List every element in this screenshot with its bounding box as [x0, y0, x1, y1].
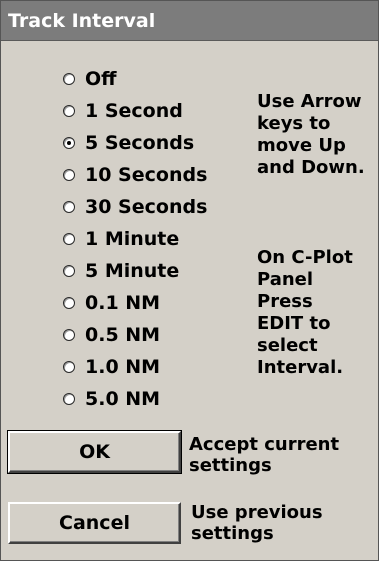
- radio-label: Off: [85, 68, 117, 90]
- radio-label: 30 Seconds: [85, 196, 208, 218]
- radio-button-icon[interactable]: [63, 329, 75, 341]
- cancel-button[interactable]: Cancel: [8, 502, 181, 544]
- radio-option-0-5-nm[interactable]: 0.5 NM: [63, 321, 160, 349]
- radio-option-5-seconds[interactable]: 5 Seconds: [63, 129, 194, 157]
- radio-label: 5.0 NM: [85, 388, 161, 410]
- title-bar: Track Interval: [1, 1, 378, 41]
- radio-button-icon[interactable]: [63, 73, 75, 85]
- radio-option-off[interactable]: Off: [63, 65, 117, 93]
- radio-label: 0.5 NM: [85, 324, 161, 346]
- radio-option-30-seconds[interactable]: 30 Seconds: [63, 193, 207, 221]
- radio-option-1-second[interactable]: 1 Second: [63, 97, 183, 125]
- radio-option-5-minute[interactable]: 5 Minute: [63, 257, 179, 285]
- radio-label: 5 Seconds: [85, 132, 195, 154]
- radio-button-icon[interactable]: [63, 265, 75, 277]
- track-interval-dialog: Track Interval Off 1 Second 5 Seconds 10…: [0, 0, 379, 561]
- cancel-button-description: Use previous settings: [191, 502, 323, 544]
- radio-option-5-0-nm[interactable]: 5.0 NM: [63, 385, 160, 413]
- radio-button-icon[interactable]: [63, 105, 75, 117]
- radio-button-icon[interactable]: [63, 233, 75, 245]
- radio-button-icon[interactable]: [63, 201, 75, 213]
- radio-button-icon[interactable]: [63, 297, 75, 309]
- radio-label: 1 Minute: [85, 228, 180, 250]
- radio-label: 1 Second: [85, 100, 183, 122]
- cplot-panel-help-text: On C-Plot Panel Press EDIT to select Int…: [257, 247, 353, 378]
- radio-option-0-1-nm[interactable]: 0.1 NM: [63, 289, 160, 317]
- radio-button-icon[interactable]: [63, 169, 75, 181]
- ok-button-description: Accept current settings: [189, 434, 340, 476]
- radio-label: 10 Seconds: [85, 164, 208, 186]
- radio-label: 5 Minute: [85, 260, 180, 282]
- ok-button[interactable]: OK: [7, 430, 182, 474]
- radio-option-1-minute[interactable]: 1 Minute: [63, 225, 179, 253]
- radio-button-icon[interactable]: [63, 361, 75, 373]
- radio-button-icon[interactable]: [63, 137, 75, 149]
- radio-label: 1.0 NM: [85, 356, 161, 378]
- radio-button-icon[interactable]: [63, 393, 75, 405]
- radio-label: 0.1 NM: [85, 292, 161, 314]
- radio-option-10-seconds[interactable]: 10 Seconds: [63, 161, 207, 189]
- arrow-keys-help-text: Use Arrow keys to move Up and Down.: [257, 91, 365, 178]
- radio-option-1-0-nm[interactable]: 1.0 NM: [63, 353, 160, 381]
